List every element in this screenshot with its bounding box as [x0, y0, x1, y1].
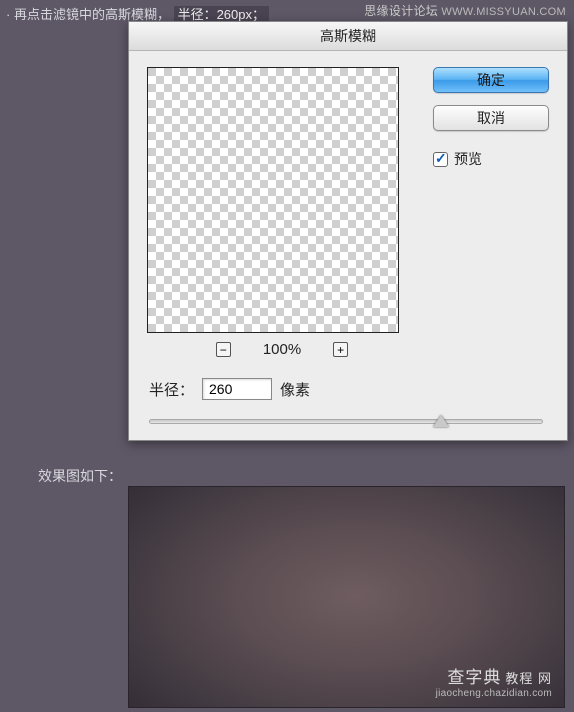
- radius-unit: 像素: [280, 379, 310, 400]
- slider-thumb[interactable]: [433, 415, 449, 427]
- preview-checkbox-row[interactable]: 预览: [433, 149, 549, 169]
- zoom-in-button[interactable]: +: [333, 342, 348, 357]
- result-label: 效果图如下：: [38, 466, 122, 486]
- plus-icon: +: [337, 344, 344, 356]
- preview-checkbox[interactable]: [433, 152, 448, 167]
- ok-button[interactable]: 确定: [433, 67, 549, 93]
- watermark-top-cn: 思缘设计论坛: [364, 4, 438, 18]
- radius-input[interactable]: [202, 378, 272, 400]
- dialog-body: − 100% + 确定 取消 预览: [129, 51, 567, 368]
- minus-icon: −: [220, 344, 227, 356]
- zoom-out-button[interactable]: −: [216, 342, 231, 357]
- preview-canvas[interactable]: [147, 67, 399, 333]
- radius-row: 半径： 像素: [149, 378, 310, 400]
- watermark-brand: 查字典教程 网: [436, 663, 552, 688]
- dialog-title: 高斯模糊: [129, 22, 567, 51]
- zoom-controls: − 100% +: [147, 341, 417, 358]
- slider-rail: [149, 419, 543, 424]
- preview-column: − 100% +: [147, 67, 417, 358]
- watermark-brand-sub: 教程 网: [505, 671, 552, 686]
- zoom-percent: 100%: [263, 341, 301, 358]
- watermark-top: 思缘设计论坛 WWW.MISSYUAN.COM: [364, 2, 566, 19]
- watermark-brand-main: 查字典: [447, 668, 501, 687]
- watermark-top-url: WWW.MISSYUAN.COM: [441, 6, 566, 18]
- button-column: 确定 取消 预览: [433, 67, 549, 358]
- radius-label: 半径：: [149, 379, 194, 400]
- radius-slider[interactable]: [149, 416, 543, 426]
- watermark-bottom-url: jiaocheng.chazidian.com: [436, 688, 552, 699]
- gaussian-blur-dialog: 高斯模糊 − 100% + 确定 取消 预览 半径： 像素: [128, 21, 568, 441]
- instruction-prefix: · 再点击滤镜中的高斯模糊，: [6, 7, 170, 22]
- result-image: 查字典教程 网 jiaocheng.chazidian.com: [128, 486, 565, 708]
- preview-checkbox-label: 预览: [454, 149, 482, 169]
- watermark-bottom: 查字典教程 网 jiaocheng.chazidian.com: [436, 663, 552, 699]
- cancel-button[interactable]: 取消: [433, 105, 549, 131]
